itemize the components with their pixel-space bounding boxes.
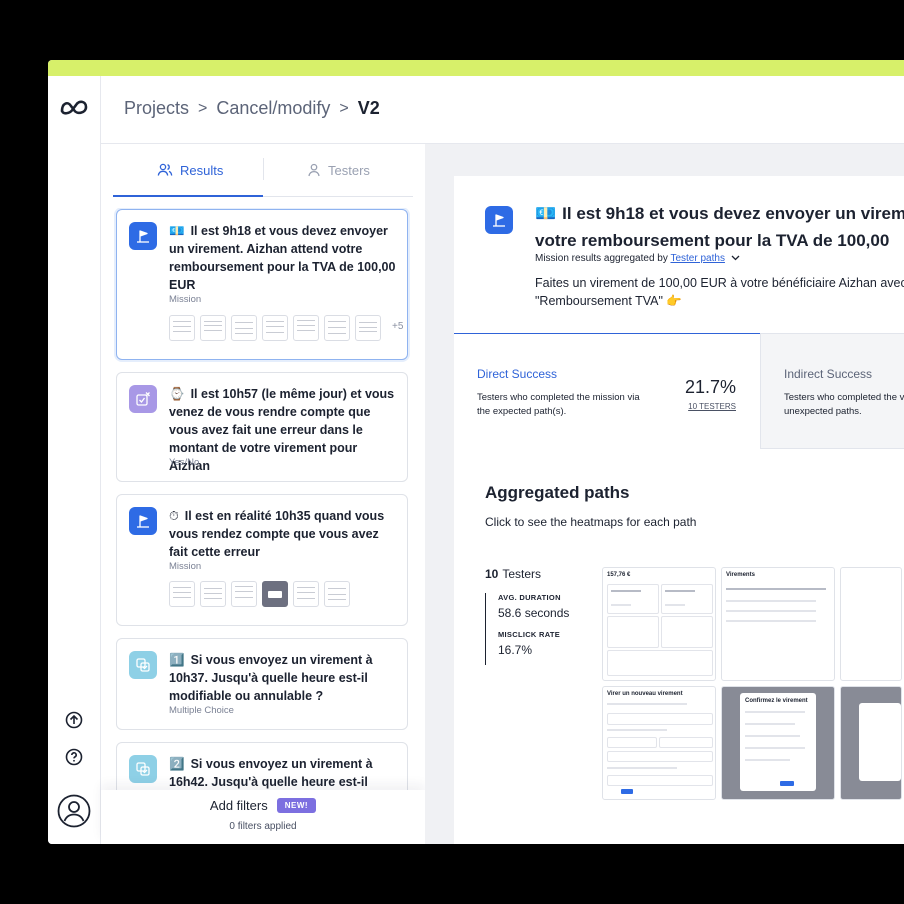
block-card[interactable]: 1️⃣ Si vous envoyez un virement à 10h37. … <box>116 638 408 730</box>
breadcrumb-version: V2 <box>357 98 380 118</box>
filters-bar: Add filters NEW! 0 filters applied <box>101 790 425 844</box>
upload-icon[interactable] <box>64 710 84 730</box>
help-icon[interactable] <box>64 747 84 767</box>
tester-paths-link[interactable]: Tester paths <box>670 253 724 264</box>
screen-thumbnail[interactable] <box>293 315 319 341</box>
mission-description: Faites un virement de 100,00 EUR à votre… <box>535 276 904 308</box>
screen-thumbnail[interactable] <box>200 581 226 607</box>
aggregation-selector: Mission results aggregated by Tester pat… <box>535 253 740 264</box>
block-type: Mission <box>169 294 202 305</box>
screen-thumbnail[interactable] <box>293 581 319 607</box>
breadcrumb-separator: > <box>339 99 349 117</box>
left-rail <box>48 76 101 844</box>
user-icon <box>308 163 320 177</box>
app-window: Projects > Cancel/modify > V2 Results Te… <box>48 60 904 844</box>
breadcrumb: Projects > Cancel/modify > V2 <box>124 98 380 119</box>
indirect-success-desc: Testers who completed the via unexpected… <box>784 392 904 417</box>
path-screen[interactable]: Virements <box>721 567 835 681</box>
screen-thumbnail[interactable] <box>262 581 288 607</box>
chevron-down-icon[interactable] <box>731 255 740 261</box>
aggregated-paths-title: Aggregated paths <box>485 483 630 502</box>
screen-thumbnails: +5 <box>169 315 403 341</box>
results-main: 💶 Il est 9h18 et vous devez envoyer un vi… <box>425 144 904 844</box>
block-type: Mission <box>169 561 202 572</box>
screen-thumbnail[interactable] <box>355 315 381 341</box>
multiple-choice-icon <box>129 755 157 783</box>
path-screen[interactable] <box>840 686 902 800</box>
path-testers: 10 Testers <box>485 567 542 581</box>
path-stats: AVG. DURATION 58.6 seconds MISCLICK RATE… <box>485 593 569 665</box>
success-metrics: Direct Success Testers who completed the… <box>454 333 904 450</box>
screen-thumbnail[interactable] <box>324 315 350 341</box>
filters-applied: 0 filters applied <box>229 821 297 832</box>
indirect-success-card[interactable]: Indirect Success Testers who completed t… <box>760 333 904 449</box>
direct-success-testers[interactable]: 10 TESTERS <box>688 402 736 411</box>
path-screen[interactable]: Confirmez le virement <box>721 686 835 800</box>
screen-thumbnail[interactable] <box>231 581 257 607</box>
screen-thumbnail[interactable] <box>200 315 226 341</box>
indirect-success-label: Indirect Success <box>784 367 873 381</box>
avg-duration-label: AVG. DURATION <box>498 593 561 602</box>
tab-divider <box>263 158 264 180</box>
tab-results[interactable]: Results <box>157 160 223 180</box>
user-avatar-icon[interactable] <box>57 794 91 828</box>
screen-thumbnail[interactable] <box>324 581 350 607</box>
mission-flag-icon <box>129 222 157 250</box>
tab-testers[interactable]: Testers <box>307 160 370 180</box>
breadcrumb-separator: > <box>198 99 208 117</box>
path-screen[interactable]: 157,76 € <box>602 567 716 681</box>
top-accent-bar <box>48 60 904 76</box>
block-card[interactable]: ⏱ Il est en réalité 10h35 quand vous vous… <box>116 494 408 626</box>
block-type: Multiple Choice <box>169 705 234 716</box>
block-title: ⌚ Il est 10h57 (le même jour) et vous ven… <box>169 387 395 473</box>
multiple-choice-icon <box>129 651 157 679</box>
path-screen[interactable] <box>840 567 902 681</box>
block-card[interactable]: 💶 Il est 9h18 et vous devez envoyer un vi… <box>116 209 408 360</box>
block-title: 2️⃣ Si vous envoyez un virement à 16h42. … <box>169 757 373 789</box>
screen-thumbnails <box>169 581 355 607</box>
header: Projects > Cancel/modify > V2 <box>101 76 904 144</box>
direct-success-rate: 21.7% <box>684 377 736 397</box>
direct-success-desc: Testers who completed the mission via th… <box>477 392 640 417</box>
users-icon <box>157 163 173 176</box>
block-title: 1️⃣ Si vous envoyez un virement à 10h37. … <box>169 653 373 703</box>
direct-success-card[interactable]: Direct Success Testers who completed the… <box>454 333 760 450</box>
block-type: Yes/No <box>169 457 200 468</box>
block-card[interactable]: 2️⃣ Si vous envoyez un virement à 16h42. … <box>116 742 408 790</box>
misclick-rate-value: 16.7% <box>498 643 533 657</box>
screen-thumbnail[interactable] <box>262 315 288 341</box>
block-title: ⏱ Il est en réalité 10h35 quand vous vous… <box>169 509 385 559</box>
tab-testers-label: Testers <box>328 162 370 178</box>
block-card[interactable]: ⌚ Il est 10h57 (le même jour) et vous ven… <box>116 372 408 482</box>
screen-thumbnail[interactable] <box>169 315 195 341</box>
breadcrumb-projects[interactable]: Projects <box>124 98 189 119</box>
sidebar-tabs: Results Testers <box>113 144 413 197</box>
screen-thumbnail[interactable] <box>169 581 195 607</box>
block-list: 💶 Il est 9h18 et vous devez envoyer un vi… <box>101 208 425 790</box>
add-filters-button[interactable]: Add filters NEW! <box>101 798 425 813</box>
breadcrumb-study[interactable]: Cancel/modify <box>216 98 330 119</box>
yes-no-icon <box>129 385 157 413</box>
maze-logo-icon[interactable] <box>59 98 89 116</box>
direct-success-label: Direct Success <box>477 367 558 381</box>
avg-duration-value: 58.6 seconds <box>498 606 570 620</box>
add-filters-label: Add filters <box>209 798 268 813</box>
blocks-sidebar: Results Testers 💶 Il est 9h18 et vous dev… <box>101 144 425 844</box>
screen-thumbnail[interactable] <box>231 315 257 341</box>
aggregated-paths-subtitle: Click to see the heatmaps for each path <box>485 515 697 529</box>
results-panel: 💶 Il est 9h18 et vous devez envoyer un vi… <box>454 176 904 844</box>
mission-flag-icon <box>129 507 157 535</box>
block-title: 💶 Il est 9h18 et vous devez envoyer un vi… <box>169 224 396 292</box>
path-screen[interactable]: Virer un nouveau virement <box>602 686 716 800</box>
misclick-rate-label: MISCLICK RATE <box>498 630 561 639</box>
tab-results-label: Results <box>180 162 224 178</box>
mission-flag-icon <box>485 206 513 234</box>
more-screens-count: +5 <box>392 321 404 332</box>
mission-title: 💶 Il est 9h18 et vous devez envoyer un vi… <box>535 204 904 250</box>
tab-active-indicator <box>113 195 263 197</box>
new-badge: NEW! <box>276 798 317 813</box>
